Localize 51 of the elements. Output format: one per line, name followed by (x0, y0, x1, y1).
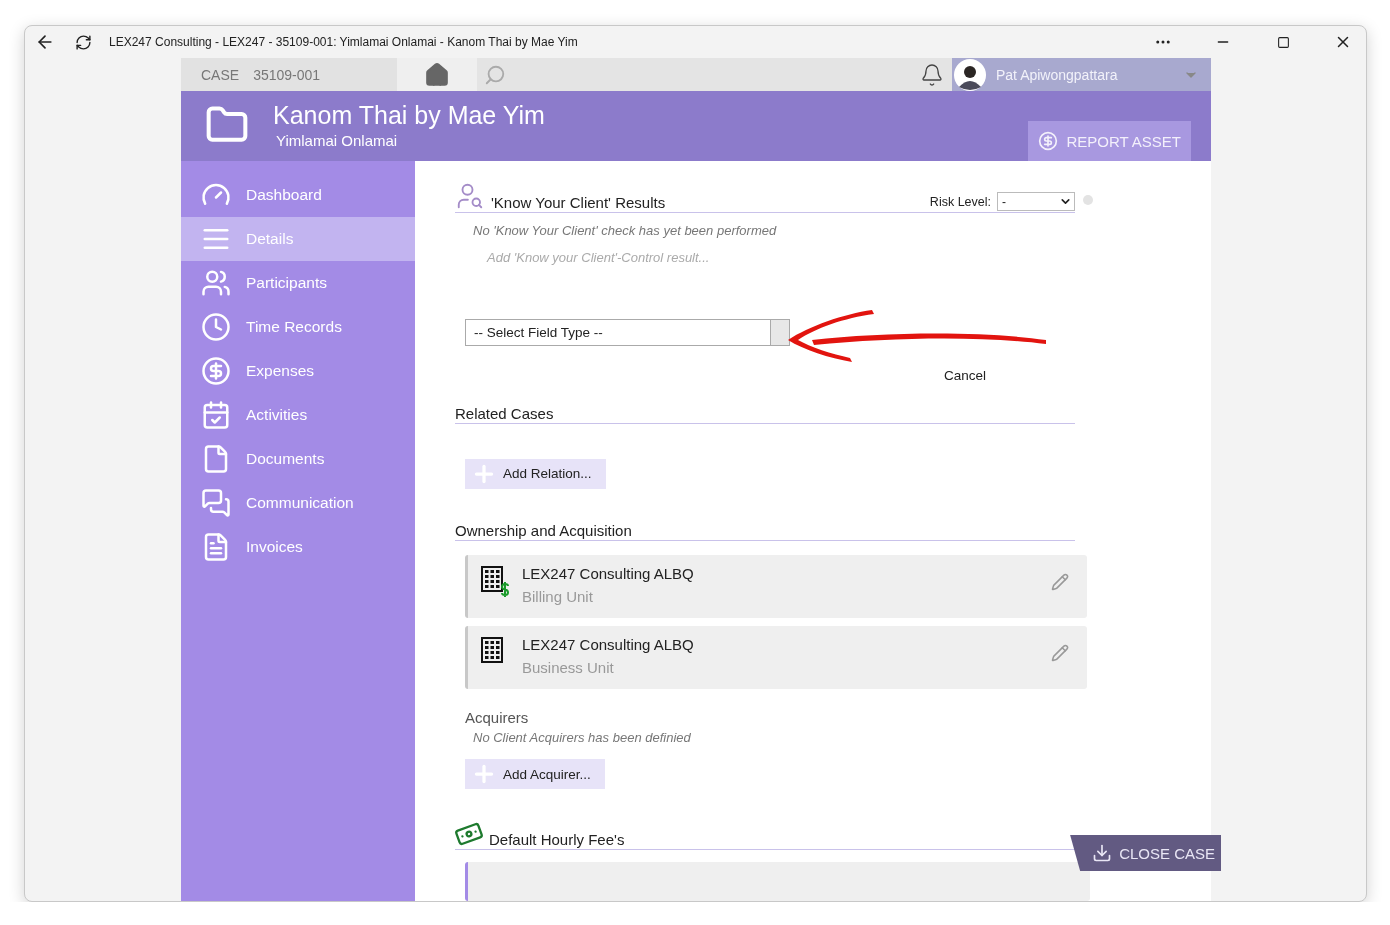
client-search-icon (455, 181, 485, 211)
empty-message: No 'Know Your Client' check has yet been performed (472, 223, 778, 238)
case-number: 35109-001 (253, 66, 321, 83)
field-type-select[interactable]: -- Select Field Type -- (465, 319, 790, 347)
download-icon (1092, 843, 1113, 863)
acquirers-title: Acquirers (465, 709, 530, 727)
risk-level-label: Risk Level: (929, 194, 991, 209)
cancel-link[interactable]: Cancel (944, 368, 987, 384)
case-title: Kanom Thai by Mae Yim (273, 101, 546, 130)
sidebar-item[interactable]: Invoices (181, 525, 415, 569)
add-kyc-link[interactable]: Add 'Know your Client'-Control result... (487, 250, 710, 265)
risk-level-select[interactable]: - (997, 192, 1075, 211)
unit-name: LEX247 Consulting ALBQ (522, 564, 695, 582)
user-menu[interactable]: Pat Apiwongpattara (952, 58, 1211, 91)
section-title: 'Know Your Client' Results (491, 194, 666, 211)
search-icon (484, 63, 506, 86)
case-label: CASE (201, 66, 240, 83)
clock-icon (201, 312, 231, 342)
people-icon (201, 268, 231, 298)
case-subtitle: Yimlamai Onlamai (275, 132, 399, 149)
unit-name: LEX247 Consulting ALBQ (522, 636, 695, 654)
unit-role: Billing Unit (522, 587, 594, 605)
window-title: LEX247 Consulting - LEX247 - 35109-001: Yimlamai Onlamai - Kanom Thai by Mae Yim (109, 35, 579, 49)
sidebar-item[interactable]: Activities (181, 393, 415, 437)
empty-message: No Client Acquirers has been definied (472, 730, 692, 746)
sidebar-item[interactable]: Dashboard (181, 173, 415, 217)
unit-role: Business Unit (522, 659, 615, 677)
add-relation-button[interactable]: Add Relation... (465, 458, 606, 489)
sidebar-item[interactable]: Participants (181, 261, 415, 305)
add-acquirer-button[interactable]: Add Acquirer... (465, 759, 605, 790)
bell-icon (920, 62, 944, 87)
building-dollar-icon (480, 564, 510, 597)
chat-icon (201, 488, 231, 518)
sidebar-item[interactable]: Expenses (181, 349, 415, 393)
avatar (954, 58, 986, 91)
sidebar-item[interactable]: Time Records (181, 305, 415, 349)
section-title: Ownership and Acquisition (455, 521, 632, 539)
sidebar-item[interactable]: Communication (181, 481, 415, 525)
user-name: Pat Apiwongpattara (996, 66, 1119, 83)
dollar-icon (1037, 131, 1058, 151)
status-dot-icon (1083, 195, 1093, 205)
calendar-icon (201, 400, 231, 430)
dollar-icon (201, 356, 231, 386)
sidebar-item[interactable]: Details (181, 217, 415, 261)
sidebar-item[interactable]: Documents (181, 437, 415, 481)
section-title: Default Hourly Fee's (489, 831, 625, 849)
home-icon (424, 61, 450, 88)
report-asset-button[interactable]: REPORT ASSET (1027, 121, 1191, 161)
home-button[interactable] (397, 58, 477, 91)
section-title: Related Cases (455, 404, 554, 422)
close-case-button[interactable]: CLOSE CASE (1070, 835, 1221, 871)
